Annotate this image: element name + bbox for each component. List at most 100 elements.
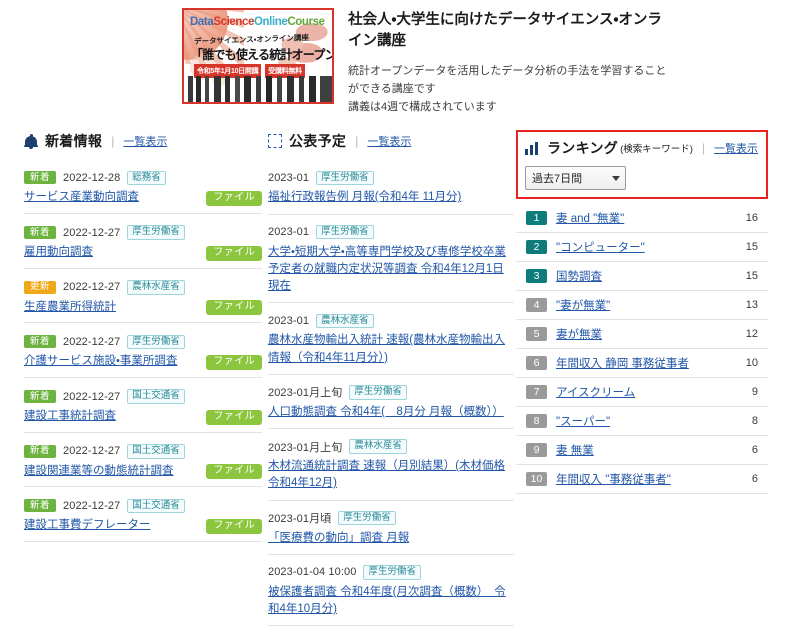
ranking-section-title: ランキング — [547, 140, 619, 157]
schedule-item: 2023-01 厚生労働省 福祉行政報告例 月報(令和4年 11月分) — [268, 170, 514, 215]
file-badge[interactable]: ファイル — [206, 409, 262, 425]
schedule-header-divider: | — [355, 134, 359, 149]
news-item: 新着 2022-12-27 国土交通省 建設工事統計調査 ファイル — [24, 389, 262, 433]
schedule-section-header: 公表予定 | 一覧表示 — [268, 130, 514, 152]
news-organization-badge: 厚生労働省 — [127, 225, 185, 240]
promo-description: 統計オープンデータを活用したデータ分析の手法を学習することができる講座です 講義… — [348, 62, 670, 116]
schedule-item: 2023-01-04 10:00 厚生労働省 被保護者調査 令和4年度(月次調査（概… — [268, 565, 514, 627]
news-item-link[interactable]: サービス産業動向調査 — [24, 189, 139, 206]
news-list: 新着 2022-12-28 総務省 サービス産業動向調査 ファイル 新着 2022-12-2… — [24, 170, 262, 543]
news-section-header: 新着情報 | 一覧表示 — [24, 130, 262, 152]
news-item: 更新 2022-12-27 農林水産省 生産農業所得統計 ファイル — [24, 280, 262, 324]
ranking-position-badge: 2 — [526, 240, 547, 255]
file-badge[interactable]: ファイル — [206, 245, 262, 261]
schedule-item: 2023-01 厚生労働省大学・短期大学・高等専門学校及び専修学校卒業予定者の就職… — [268, 224, 514, 304]
schedule-item-meta: 2023-01 厚生労働省 — [268, 170, 514, 186]
ranking-row: 5 妻が無業 12 — [516, 320, 768, 350]
bell-icon — [24, 133, 38, 150]
news-item-meta: 新着 2022-12-28 総務省 — [24, 170, 262, 186]
news-status-badge: 新着 — [24, 390, 57, 404]
banner-word-course: Course — [287, 16, 325, 28]
news-item-meta: 更新 2022-12-27 農林水産省 — [24, 280, 262, 295]
schedule-column: 公表予定 | 一覧表示 2023-01 厚生労働省 福祉行政報告例 月報(令和4年 … — [262, 130, 514, 636]
news-list-link[interactable]: 一覧表示 — [123, 133, 167, 149]
schedule-item-meta: 2023-01月頃 厚生労働省 — [268, 510, 514, 526]
schedule-item-meta: 2023-01 農林水産省 — [268, 313, 514, 329]
news-item-meta: 新着 2022-12-27 国土交通省 — [24, 389, 262, 404]
ranking-keyword-link[interactable]: 妻 and "無業" — [556, 210, 731, 226]
news-item-link[interactable]: 建設工事費デフレーター — [24, 517, 151, 534]
ranking-keyword-link[interactable]: "コンピューター" — [556, 239, 731, 255]
news-item-meta: 新着 2022-12-27 国土交通省 — [24, 444, 262, 459]
schedule-item-meta: 2023-01 厚生労働省 — [268, 224, 514, 240]
news-item-row: 介護サービス施設・事業所調査 ファイル — [24, 353, 262, 371]
city-skyline-decoration — [184, 76, 332, 102]
news-item-link[interactable]: 建設工事統計調査 — [24, 408, 116, 425]
news-item-row: 建設関連業等の動態統計調査 ファイル — [24, 463, 262, 480]
news-section-title: 新着情報 — [45, 133, 103, 150]
ranking-keyword-link[interactable]: 年間収入 "事務従事者" — [556, 471, 731, 487]
schedule-item-link[interactable]: 人口動態調査 令和4年( 8月分 月報（概数）） — [268, 404, 514, 421]
news-date: 2022-12-27 — [63, 390, 121, 403]
file-badge[interactable]: ファイル — [206, 355, 262, 371]
news-item-link[interactable]: 雇用動向調査 — [24, 244, 93, 261]
news-organization-badge: 国土交通省 — [127, 389, 185, 404]
ranking-count: 8 — [751, 415, 758, 428]
schedule-item-link[interactable]: 大学・短期大学・高等専門学校及び専修学校卒業予定者の就職内定状況等調査 令和4年… — [268, 244, 514, 296]
ranking-row: 1 妻 and "無業" 16 — [516, 204, 768, 234]
schedule-date: 2023-01月頃 — [268, 513, 332, 526]
bar-chart-icon — [525, 141, 540, 155]
schedule-item-link[interactable]: 「医療費の動向」調査 月報 — [268, 530, 514, 547]
ranking-position-badge: 10 — [526, 472, 547, 487]
schedule-date: 2023-01 — [268, 171, 310, 184]
news-item-meta: 新着 2022-12-27 国土交通省 — [24, 498, 262, 514]
content-columns: 新着情報 | 一覧表示 新着 2022-12-28 総務省 サービス産業動向調査 ファイ… — [0, 122, 800, 636]
ranking-period-select[interactable]: 過去7日間 — [525, 166, 626, 191]
banner-word-science: Science — [213, 16, 255, 28]
ranking-keyword-link[interactable]: 妻が無業 — [556, 326, 731, 342]
schedule-organization-badge: 農林水産省 — [349, 439, 407, 454]
news-item-link[interactable]: 建設関連業等の動態統計調査 — [24, 463, 174, 480]
news-date: 2022-12-28 — [63, 171, 121, 184]
news-item-link[interactable]: 介護サービス施設・事業所調査 — [24, 353, 177, 370]
banner-word-data: Data — [190, 16, 214, 28]
news-organization-badge: 国土交通省 — [127, 498, 185, 514]
news-item: 新着 2022-12-27 国土交通省 建設工事費デフレーター ファイル — [24, 498, 262, 543]
schedule-item-link[interactable]: 被保護者調査 令和4年度(月次調査（概数） 令和4年10月分) — [268, 584, 514, 619]
file-badge[interactable]: ファイル — [206, 191, 262, 207]
schedule-list-link[interactable]: 一覧表示 — [367, 133, 411, 149]
news-item-link[interactable]: 生産農業所得統計 — [24, 299, 116, 316]
ranking-count: 12 — [745, 328, 758, 341]
schedule-organization-badge: 厚生労働省 — [316, 224, 374, 240]
promo-text-block: 社会人・大学生に向けたデータサイエンス・オンライン講座 統計オープンデータを活用… — [348, 8, 670, 116]
ranking-keyword-link[interactable]: 年間収入 静岡 事務従事者 — [556, 355, 731, 371]
ranking-keyword-link[interactable]: "スーパー" — [556, 413, 731, 429]
ranking-keyword-link[interactable]: 国勢調査 — [556, 268, 731, 284]
news-item-row: 建設工事統計調査 ファイル — [24, 408, 262, 425]
ranking-keyword-link[interactable]: アイスクリーム — [556, 384, 731, 400]
promo-banner[interactable]: DataScienceOnlineCourse データサイエンス・オンライン講座… — [182, 0, 670, 122]
file-badge[interactable]: ファイル — [206, 519, 262, 535]
schedule-date: 2023-01月上旬 — [268, 441, 343, 454]
ranking-keyword-link[interactable]: "妻が無業" — [556, 297, 731, 313]
ranking-position-badge: 8 — [526, 414, 547, 429]
schedule-item-link[interactable]: 農林水産物輸出入統計 速報(農林水産物輸出入情報（令和4年11月分）) — [268, 332, 514, 367]
banner-headline-jp: 「誰でも使える統計オープンデータ」 — [190, 48, 332, 62]
ranking-keyword-link[interactable]: 妻 無業 — [556, 442, 731, 458]
schedule-item: 2023-01月上旬 厚生労働省 人口動態調査 令和4年( 8月分 月報（概数）） — [268, 385, 514, 430]
ranking-count: 16 — [745, 212, 758, 225]
ranking-list-link[interactable]: 一覧表示 — [714, 140, 758, 156]
schedule-item: 2023-01 農林水産省農林水産物輸出入統計 速報(農林水産物輸出入情報（令和4… — [268, 313, 514, 375]
schedule-item-link[interactable]: 福祉行政報告例 月報(令和4年 11月分) — [268, 189, 514, 206]
news-item-row: サービス産業動向調査 ファイル — [24, 189, 262, 207]
file-badge[interactable]: ファイル — [206, 464, 262, 480]
news-date: 2022-12-27 — [63, 335, 121, 348]
schedule-item-link[interactable]: 木材流通統計調査 速報（月別結果）(木材価格 令和4年12月) — [268, 458, 514, 493]
ranking-section-subtitle: (検索キーワード) — [620, 144, 693, 156]
course-banner-image[interactable]: DataScienceOnlineCourse データサイエンス・オンライン講座… — [182, 8, 334, 104]
file-badge[interactable]: ファイル — [206, 300, 262, 316]
news-item: 新着 2022-12-27 国土交通省 建設関連業等の動態統計調査 ファイル — [24, 444, 262, 488]
ranking-count: 10 — [745, 357, 758, 370]
ranking-row: 8 "スーパー" 8 — [516, 407, 768, 437]
promo-description-line-2: 講義は4週で構成されています — [348, 101, 497, 114]
